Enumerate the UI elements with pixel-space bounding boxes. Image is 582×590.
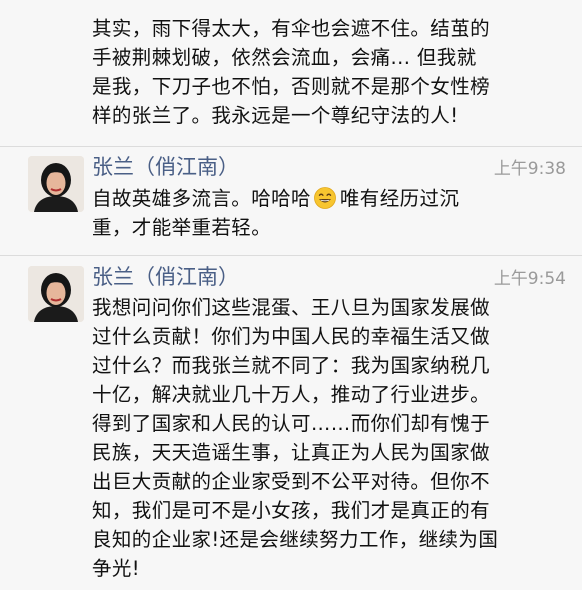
message-text: 唯有经历过沉 (339, 187, 460, 210)
message-line: 得到了国家和人民的认可……而你们却有愧于 (92, 412, 491, 435)
timestamp: 上午9:54 (493, 269, 566, 289)
message-line: 是我，下刀子也不怕，否则就不是那个女性榜 (92, 75, 491, 98)
message-line: 样的张兰了。我永远是一个尊纪守法的人! (92, 104, 459, 127)
message-line: 重，才能举重若轻。 (92, 216, 272, 239)
smiling-face-emoji-icon (314, 187, 336, 209)
message-line: 出巨大贡献的企业家受到不公平对待。但你不 (92, 470, 491, 493)
message-line: 我想问问你们这些混蛋、王八旦为国家发展做 (92, 296, 491, 319)
message-line: 良知的企业家!还是会继续努力工作，继续为国 (92, 528, 499, 551)
author-name[interactable]: 张兰（俏江南） (92, 154, 239, 180)
message-line: 其实，雨下得太大，有伞也会遮不住。结茧的 (92, 17, 491, 40)
message-line: 民族，天天造谣生事，让真正为人民为国家做 (92, 441, 491, 464)
timestamp: 上午9:38 (493, 159, 566, 179)
message-line: 十亿，解决就业几十万人，推动了行业进步。 (92, 383, 491, 406)
divider (0, 146, 582, 147)
message-line: 过什么？而我张兰就不同了：我为国家纳税几 (92, 354, 491, 377)
message-body: 我想问问你们这些混蛋、王八旦为国家发展做 过什么贡献！你们为中国人民的幸福生活又… (92, 293, 566, 583)
author-name[interactable]: 张兰（俏江南） (92, 264, 239, 290)
message-line: 争光! (92, 557, 141, 580)
message-continuation: 其实，雨下得太大，有伞也会遮不住。结茧的 手被荆棘划破，依然会流血，会痛... … (92, 14, 566, 130)
avatar[interactable] (28, 266, 84, 322)
avatar-portrait-icon (28, 156, 84, 212)
message-line: 手被荆棘划破，依然会流血，会痛... 但我就 (92, 46, 477, 69)
message-line: 过什么贡献！你们为中国人民的幸福生活又做 (92, 325, 491, 348)
message-body: 自故英雄多流言。哈哈哈 唯有经历过沉 重，才能举重若轻。 (92, 184, 566, 242)
avatar[interactable] (28, 156, 84, 212)
divider (0, 255, 582, 256)
message-text: 自故英雄多流言。哈哈哈 (92, 187, 311, 210)
avatar-portrait-icon (28, 266, 84, 322)
message-feed: 其实，雨下得太大，有伞也会遮不住。结茧的 手被荆棘划破，依然会流血，会痛... … (0, 0, 582, 590)
message-line: 知，我们是可不是小女孩，我们才是真正的有 (92, 499, 491, 522)
